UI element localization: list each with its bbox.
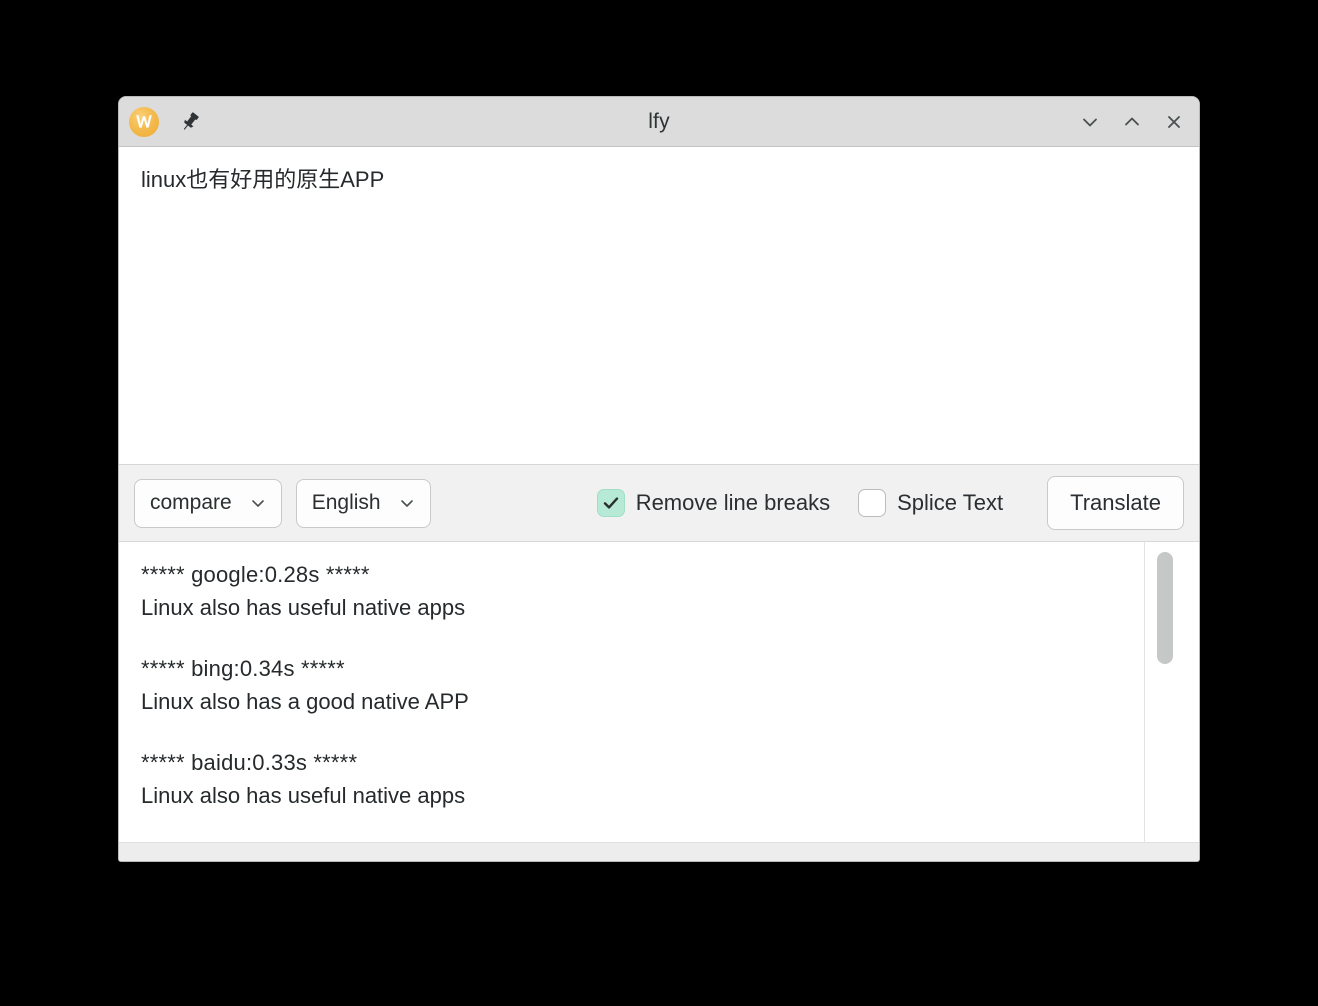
close-button[interactable] bbox=[1157, 105, 1191, 139]
window-controls bbox=[1073, 105, 1191, 139]
output-scrollbar[interactable] bbox=[1144, 542, 1199, 842]
pushpin-icon[interactable] bbox=[175, 107, 205, 137]
checkmark-icon bbox=[603, 497, 618, 509]
language-select[interactable]: English bbox=[295, 478, 431, 528]
result-header: ***** baidu:0.33s ***** bbox=[141, 750, 358, 775]
scrollbar-thumb[interactable] bbox=[1157, 552, 1173, 664]
remove-line-breaks-group: Remove line breaks bbox=[596, 489, 831, 517]
translate-button-label: Translate bbox=[1070, 490, 1161, 515]
output-panel: ***** google:0.28s ***** Linux also has … bbox=[119, 542, 1199, 842]
splice-text-checkbox[interactable] bbox=[858, 489, 887, 517]
engine-select[interactable]: compare bbox=[134, 478, 282, 528]
result-block: ***** baidu:0.33s ***** Linux also has u… bbox=[141, 746, 1122, 812]
w-logo-icon bbox=[129, 106, 159, 137]
source-text-input[interactable]: linux也有好用的原生APP bbox=[119, 147, 1199, 465]
remove-line-breaks-label: Remove line breaks bbox=[635, 490, 831, 515]
result-text: Linux also has useful native apps bbox=[141, 595, 466, 620]
source-text-value: linux也有好用的原生APP bbox=[141, 167, 385, 192]
desktop-background: lfy linux也有好用的原生APP compare English Remo… bbox=[0, 0, 1318, 1006]
chevron-down-icon bbox=[397, 493, 417, 513]
translation-results[interactable]: ***** google:0.28s ***** Linux also has … bbox=[119, 542, 1144, 842]
application-window: lfy linux也有好用的原生APP compare English Remo… bbox=[118, 96, 1200, 862]
result-header: ***** google:0.28s ***** bbox=[141, 562, 370, 587]
result-text: Linux also has a good native APP bbox=[141, 689, 469, 714]
chevron-down-icon bbox=[248, 493, 268, 513]
result-text: Linux also has useful native apps bbox=[141, 783, 466, 808]
language-select-value: English bbox=[311, 491, 381, 514]
engine-select-value: compare bbox=[150, 491, 232, 514]
minimize-button[interactable] bbox=[1073, 105, 1107, 139]
maximize-button[interactable] bbox=[1115, 105, 1149, 139]
title-bar: lfy bbox=[119, 97, 1199, 147]
result-header: ***** bing:0.34s ***** bbox=[141, 656, 345, 681]
splice-text-group: Splice Text bbox=[858, 489, 1003, 517]
window-title: lfy bbox=[648, 109, 670, 133]
window-bottom-strip bbox=[119, 842, 1199, 861]
options-toolbar: compare English Remove line breaks Splic… bbox=[119, 465, 1199, 542]
scrollbar-track[interactable] bbox=[1157, 542, 1173, 842]
result-block: ***** bing:0.34s ***** Linux also has a … bbox=[141, 652, 1122, 718]
result-block: ***** google:0.28s ***** Linux also has … bbox=[141, 558, 1122, 624]
remove-line-breaks-checkbox[interactable] bbox=[596, 489, 625, 517]
splice-text-label: Splice Text bbox=[897, 490, 1004, 515]
translate-button[interactable]: Translate bbox=[1047, 476, 1184, 530]
